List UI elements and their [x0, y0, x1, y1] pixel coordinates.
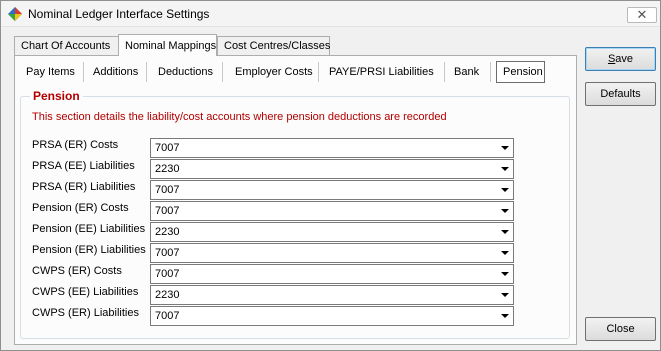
- select-value: 7007: [155, 310, 180, 322]
- select-value: 2230: [155, 163, 180, 175]
- field-label: Pension (EE) Liabilities: [32, 223, 146, 235]
- subtab-divider: [444, 62, 445, 82]
- subtab-additions[interactable]: Additions: [87, 61, 144, 83]
- account-select[interactable]: 7007: [150, 243, 514, 263]
- select-value: 7007: [155, 247, 180, 259]
- field-label: Pension (ER) Costs: [32, 202, 129, 214]
- account-select[interactable]: 2230: [150, 222, 514, 242]
- subtab-bar: Pay Items Additions Deductions Employer …: [20, 59, 575, 85]
- select-value: 7007: [155, 142, 180, 154]
- settings-window: Nominal Ledger Interface Settings ✕ Char…: [0, 0, 661, 351]
- subtab-employer-costs[interactable]: Employer Costs: [229, 61, 319, 83]
- account-select[interactable]: 7007: [150, 306, 514, 326]
- select-value: 2230: [155, 289, 180, 301]
- field-label: Pension (ER) Liabilities: [32, 244, 146, 256]
- account-select[interactable]: 7007: [150, 264, 514, 284]
- chevron-down-icon[interactable]: [497, 307, 513, 325]
- field-label: CWPS (ER) Costs: [32, 265, 122, 277]
- section-description: This section details the liability/cost …: [32, 111, 447, 123]
- subtab-pension[interactable]: Pension: [496, 61, 545, 83]
- subtab-pay-items[interactable]: Pay Items: [20, 61, 81, 83]
- account-select[interactable]: 7007: [150, 201, 514, 221]
- field-label: PRSA (ER) Costs: [32, 139, 119, 151]
- close-icon[interactable]: ✕: [627, 7, 657, 23]
- account-select[interactable]: 7007: [150, 180, 514, 200]
- save-label: ave: [615, 53, 634, 65]
- chevron-down-icon[interactable]: [497, 223, 513, 241]
- section-title: Pension: [30, 89, 83, 103]
- field-label: PRSA (ER) Liabilities: [32, 181, 136, 193]
- select-value: 2230: [155, 226, 180, 238]
- tab-nominal-mappings[interactable]: Nominal Mappings: [118, 34, 217, 56]
- chevron-down-icon[interactable]: [497, 181, 513, 199]
- subtab-divider: [83, 62, 84, 82]
- chevron-down-icon[interactable]: [497, 202, 513, 220]
- window-title: Nominal Ledger Interface Settings: [28, 7, 210, 21]
- subtab-deductions[interactable]: Deductions: [152, 61, 219, 83]
- tab-chart-of-accounts[interactable]: Chart Of Accounts: [14, 36, 120, 55]
- title-bar[interactable]: Nominal Ledger Interface Settings ✕: [1, 1, 660, 27]
- chevron-down-icon[interactable]: [497, 265, 513, 283]
- subtab-divider: [318, 62, 319, 82]
- tab-cost-centres-classes[interactable]: Cost Centres/Classes: [217, 36, 330, 55]
- subtab-bank[interactable]: Bank: [448, 61, 485, 83]
- field-label: CWPS (ER) Liabilities: [32, 307, 139, 319]
- select-value: 7007: [155, 184, 180, 196]
- app-icon: [7, 6, 23, 22]
- subtab-divider: [222, 62, 223, 82]
- select-value: 7007: [155, 205, 180, 217]
- subtab-divider: [490, 62, 491, 82]
- chevron-down-icon[interactable]: [497, 139, 513, 157]
- defaults-button[interactable]: Defaults: [585, 82, 656, 106]
- account-select[interactable]: 2230: [150, 159, 514, 179]
- chevron-down-icon[interactable]: [497, 160, 513, 178]
- select-value: 7007: [155, 268, 180, 280]
- subtab-divider: [146, 62, 147, 82]
- field-label: PRSA (EE) Liabilities: [32, 160, 135, 172]
- chevron-down-icon[interactable]: [497, 286, 513, 304]
- account-select[interactable]: 2230: [150, 285, 514, 305]
- chevron-down-icon[interactable]: [497, 244, 513, 262]
- field-label: CWPS (EE) Liabilities: [32, 286, 139, 298]
- subtab-paye-prsi-liabilities[interactable]: PAYE/PRSI Liabilities: [323, 61, 440, 83]
- account-select[interactable]: 7007: [150, 138, 514, 158]
- close-button[interactable]: Close: [585, 317, 656, 341]
- save-button[interactable]: Save: [585, 47, 656, 71]
